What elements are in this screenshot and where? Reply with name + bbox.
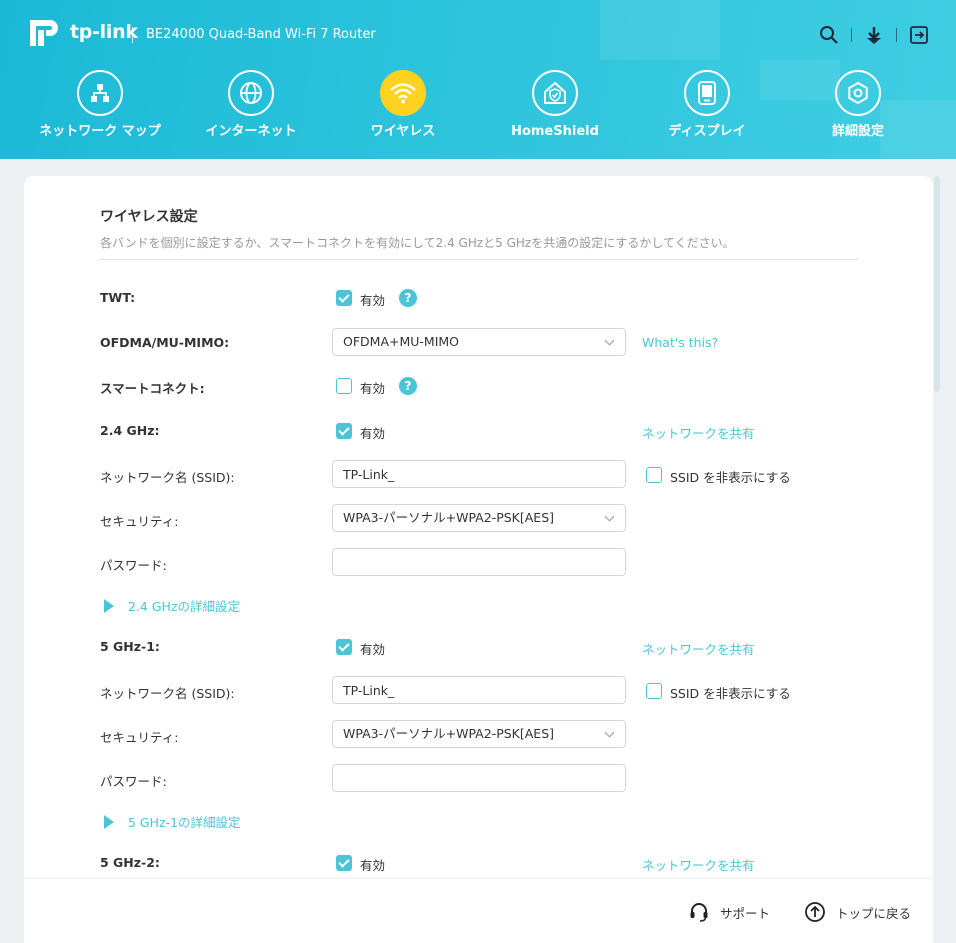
- band-5-1-ssid-input[interactable]: [332, 676, 626, 704]
- main-nav: ネットワーク マップ インターネット ワイヤレス HomeShield ディスプ…: [0, 70, 956, 159]
- expand-triangle-icon: [104, 814, 114, 829]
- wifi-icon: [380, 70, 426, 116]
- band-24-security-value: WPA3-パーソナル+WPA2-PSK[AES]: [343, 510, 555, 525]
- scrollbar[interactable]: [934, 176, 940, 392]
- band-5-2-enable-label[interactable]: 有効: [360, 855, 385, 874]
- download-icon[interactable]: [863, 24, 885, 46]
- band-24-ssid-input[interactable]: [332, 460, 626, 488]
- band-24-password-input-field[interactable]: [343, 549, 615, 575]
- smart-connect-checkbox-label[interactable]: 有効: [360, 378, 385, 397]
- band-5-1-advanced-toggle[interactable]: 5 GHz-1の詳細設定: [104, 812, 241, 831]
- band-5-1-advanced-label: 5 GHz-1の詳細設定: [128, 815, 241, 830]
- nav-label: ネットワーク マップ: [39, 124, 161, 139]
- ofdma-label: OFDMA/MU-MIMO:: [100, 335, 230, 350]
- band-5-1-password-label: パスワード:: [100, 774, 167, 789]
- band-24-hide-ssid-checkbox[interactable]: [646, 467, 662, 483]
- band-24-password-label: パスワード:: [100, 558, 167, 573]
- twt-checkbox-label[interactable]: 有効: [360, 290, 385, 309]
- section-divider: [100, 259, 859, 260]
- twt-label: TWT:: [100, 290, 136, 305]
- ofdma-select[interactable]: OFDMA+MU-MIMO: [332, 328, 626, 356]
- ofdma-select-value: OFDMA+MU-MIMO: [343, 334, 460, 349]
- chevron-down-icon: [604, 335, 615, 346]
- icon-divider: [896, 28, 897, 42]
- nav-display[interactable]: ディスプレイ: [632, 70, 782, 139]
- nav-internet[interactable]: インターネット: [176, 70, 326, 139]
- nav-label: インターネット: [205, 124, 297, 139]
- band-5-1-ssid-input-field[interactable]: [343, 677, 615, 703]
- band-24-ssid-label: ネットワーク名 (SSID):: [100, 470, 235, 485]
- icon-divider: [851, 28, 852, 42]
- tp-link-logo-icon: [24, 14, 66, 50]
- band-5-1-security-value: WPA3-パーソナル+WPA2-PSK[AES]: [343, 726, 555, 741]
- section-title: ワイヤレス設定: [100, 209, 198, 225]
- nav-label: HomeShield: [511, 124, 599, 139]
- band-5-1-enable-checkbox[interactable]: [336, 639, 352, 655]
- globe-icon: [228, 70, 274, 116]
- arrow-up-circle-icon: [805, 902, 825, 922]
- header-divider: [132, 27, 133, 43]
- search-icon[interactable]: [818, 24, 840, 46]
- twt-help-icon[interactable]: ?: [399, 289, 417, 307]
- band-5-1-ssid-label: ネットワーク名 (SSID):: [100, 686, 235, 701]
- band-5-2-share-network-link[interactable]: ネットワークを共有: [642, 855, 755, 874]
- support-label: サポート: [720, 905, 771, 921]
- smart-connect-label: スマートコネクト:: [100, 381, 205, 396]
- band-5-1-label: 5 GHz-1:: [100, 639, 160, 654]
- nav-network-map[interactable]: ネットワーク マップ: [25, 70, 175, 139]
- whats-this-link[interactable]: What's this?: [642, 335, 718, 350]
- top-icons: [818, 24, 930, 46]
- band-5-1-security-select[interactable]: WPA3-パーソナル+WPA2-PSK[AES]: [332, 720, 626, 748]
- band-5-2-enable-checkbox[interactable]: [336, 855, 352, 871]
- homeshield-icon: [532, 70, 578, 116]
- footer-bar: サポート トップに戻る: [24, 878, 933, 943]
- chevron-down-icon: [604, 727, 615, 738]
- band-24-security-label: セキュリティ:: [100, 514, 179, 529]
- band-5-2-label: 5 GHz-2:: [100, 855, 160, 870]
- smart-connect-checkbox[interactable]: [336, 378, 352, 394]
- twt-checkbox[interactable]: [336, 290, 352, 306]
- model-name: BE24000 Quad-Band Wi-Fi 7 Router: [146, 27, 376, 42]
- band-5-1-share-network-link[interactable]: ネットワークを共有: [642, 639, 755, 658]
- nav-label: ワイヤレス: [370, 124, 436, 139]
- support-button[interactable]: サポート: [688, 901, 770, 923]
- network-map-icon: [77, 70, 123, 116]
- nav-homeshield[interactable]: HomeShield: [480, 70, 630, 139]
- band-24-enable-label[interactable]: 有効: [360, 423, 385, 442]
- band-5-1-hide-ssid-checkbox[interactable]: [646, 683, 662, 699]
- band-24-password-input[interactable]: [332, 548, 626, 576]
- band-24-security-select[interactable]: WPA3-パーソナル+WPA2-PSK[AES]: [332, 504, 626, 532]
- logo-text: tp-link: [70, 21, 138, 43]
- nav-label: ディスプレイ: [668, 124, 746, 139]
- band-24-label: 2.4 GHz:: [100, 423, 160, 438]
- expand-triangle-icon: [104, 598, 114, 613]
- top-bar: tp-link BE24000 Quad-Band Wi-Fi 7 Router: [0, 0, 956, 70]
- band-5-1-hide-ssid-label[interactable]: SSID を非表示にする: [670, 683, 791, 702]
- band-24-hide-ssid-label[interactable]: SSID を非表示にする: [670, 467, 791, 486]
- back-to-top-button[interactable]: トップに戻る: [804, 901, 911, 923]
- band-24-advanced-label: 2.4 GHzの詳細設定: [128, 599, 240, 614]
- display-icon: [684, 70, 730, 116]
- band-5-1-password-input[interactable]: [332, 764, 626, 792]
- logout-icon[interactable]: [908, 24, 930, 46]
- back-to-top-label: トップに戻る: [836, 905, 912, 921]
- gear-icon: [835, 70, 881, 116]
- band-24-advanced-toggle[interactable]: 2.4 GHzの詳細設定: [104, 596, 240, 615]
- chevron-down-icon: [604, 511, 615, 522]
- band-24-enable-checkbox[interactable]: [336, 423, 352, 439]
- nav-label: 詳細設定: [831, 124, 884, 139]
- band-5-1-password-input-field[interactable]: [343, 765, 615, 791]
- wireless-settings-card: ワイヤレス設定 各バンドを個別に設定するか、スマートコネクトを有効にして2.4 …: [24, 176, 933, 943]
- tp-link-logo[interactable]: tp-link: [24, 14, 138, 50]
- header: tp-link BE24000 Quad-Band Wi-Fi 7 Router…: [0, 0, 956, 159]
- band-5-1-security-label: セキュリティ:: [100, 730, 179, 745]
- band-24-share-network-link[interactable]: ネットワークを共有: [642, 423, 755, 442]
- headset-icon: [690, 903, 708, 922]
- nav-advanced[interactable]: 詳細設定: [783, 70, 933, 139]
- band-5-1-enable-label[interactable]: 有効: [360, 639, 385, 658]
- band-24-ssid-input-field[interactable]: [343, 461, 615, 487]
- smart-connect-help-icon[interactable]: ?: [399, 377, 417, 395]
- nav-wireless[interactable]: ワイヤレス: [328, 70, 478, 139]
- section-description: 各バンドを個別に設定するか、スマートコネクトを有効にして2.4 GHzと5 GH…: [100, 236, 735, 250]
